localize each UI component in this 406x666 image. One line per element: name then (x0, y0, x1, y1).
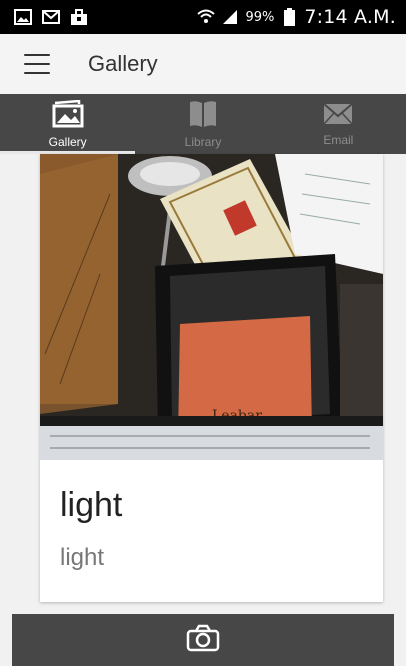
gallery-icon (51, 99, 85, 132)
tab-gallery-label: Gallery (48, 134, 87, 149)
tab-library[interactable]: Library (135, 94, 270, 154)
tab-bar: Gallery Library Email (0, 94, 406, 154)
tab-email-label: Email (323, 132, 354, 147)
page-title: Gallery (88, 51, 158, 76)
app-bar: Gallery (0, 34, 406, 94)
camera-icon[interactable] (186, 624, 220, 656)
card-subtitle: light (60, 544, 105, 571)
card-photo[interactable]: Leabar (40, 154, 383, 460)
gallery-card[interactable]: Leabar light light (40, 154, 383, 602)
signal-icon (221, 8, 239, 26)
briefcase-icon (70, 8, 88, 26)
photo-image: Leabar (40, 154, 383, 460)
tab-gallery[interactable]: Gallery (0, 94, 136, 154)
card-title: light (60, 486, 123, 524)
camera-bar[interactable] (12, 614, 394, 666)
book-icon (188, 100, 218, 132)
wifi-icon (197, 8, 216, 26)
tab-library-label: Library (184, 134, 222, 149)
gmail-icon (42, 8, 60, 26)
battery-percentage: 99% (245, 9, 275, 25)
battery-icon (280, 8, 298, 26)
clock: 7:14 A.M. (304, 6, 396, 28)
status-bar: 99% 7:14 A.M. (0, 0, 406, 34)
status-right: 99% 7:14 A.M. (197, 6, 396, 28)
status-left-icons (14, 8, 88, 26)
gallery-notification-icon (14, 8, 32, 26)
envelope-icon (322, 102, 354, 130)
hamburger-menu-icon[interactable] (24, 54, 50, 74)
tab-email[interactable]: Email (271, 94, 406, 154)
